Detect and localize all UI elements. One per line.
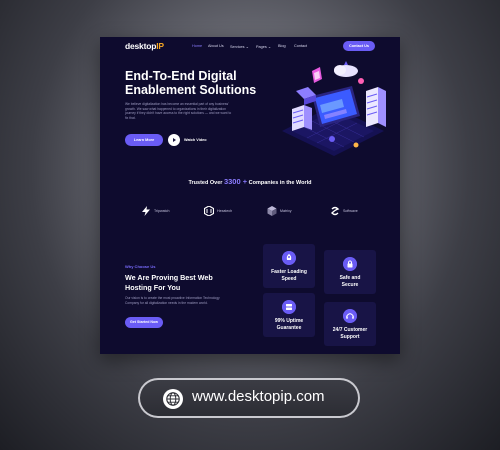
nav-item-blog[interactable]: Blog <box>278 44 286 48</box>
website-preview: desktopIP Home About Us Services ⌄ Pages… <box>100 37 400 354</box>
section-label: Why Choose Us <box>125 264 156 269</box>
nav-item-home[interactable]: Home <box>192 44 202 48</box>
trusted-prefix: Trusted Over <box>188 180 223 186</box>
feature-card: Safe and Secure <box>324 250 376 294</box>
nav-item-about[interactable]: About Us <box>208 44 224 48</box>
trusted-companies-heading: Trusted Over 3300 + Companies in the Wor… <box>100 177 400 186</box>
hero-title-line-1: End-To-End Digital <box>125 69 237 83</box>
partner-name: Matrixy <box>280 209 292 213</box>
contact-us-button[interactable]: Contact Us <box>343 41 375 51</box>
hex-logo-icon <box>204 206 214 216</box>
rocket-icon <box>282 251 296 265</box>
feature-title: 24/7 Customer Support <box>332 327 368 340</box>
learn-more-button[interactable]: Learn More <box>125 134 163 146</box>
section-title-line-1: We Are Proving Best Web <box>125 273 213 282</box>
partner-name: Tripwatch <box>154 209 170 213</box>
feature-card: 99% Uptime Guarantee <box>263 293 315 337</box>
section-title: We Are Proving Best Web Hosting For You <box>125 273 235 292</box>
feature-card: Faster Loading Speed <box>263 244 315 288</box>
cube-logo-icon <box>267 206 277 216</box>
feature-title: Faster Loading Speed <box>271 269 307 282</box>
hero-title: End-To-End Digital Enablement Solutions <box>125 69 275 97</box>
swirl-logo-icon <box>331 206 340 216</box>
website-url[interactable]: www.desktopip.com <box>192 388 325 405</box>
nav-item-contact[interactable]: Contact <box>294 44 307 48</box>
trusted-count: 3300 + <box>223 177 248 186</box>
nav-item-services[interactable]: Services ⌄ <box>230 44 249 49</box>
section-title-line-2: Hosting For You <box>125 282 181 292</box>
partner-name: Softwave <box>343 209 358 213</box>
globe-icon <box>163 389 183 409</box>
isometric-servers-illustration <box>282 61 386 156</box>
watch-video-link[interactable]: Watch Video <box>184 138 207 142</box>
logo-accent-text: IP <box>156 41 164 51</box>
partner-name: Hexatech <box>217 209 233 213</box>
hero-title-line-2: Enablement Solutions <box>125 83 257 97</box>
play-icon[interactable] <box>168 134 180 146</box>
hero-description: We believe digitalization has become an … <box>125 102 232 120</box>
logo[interactable]: desktopIP <box>125 41 164 51</box>
trusted-suffix: Companies in the World <box>248 180 312 186</box>
feature-title: Safe and Secure <box>339 275 361 288</box>
headset-icon <box>343 309 357 323</box>
section-description: Our vision is to create the most proacti… <box>125 296 220 305</box>
get-started-button[interactable]: Get Started Now <box>125 317 163 328</box>
server-icon <box>282 300 296 314</box>
nav-item-pages[interactable]: Pages ⌄ <box>256 44 271 49</box>
feature-card: 24/7 Customer Support <box>324 302 376 346</box>
logo-text: desktop <box>125 41 157 51</box>
top-navigation: desktopIP Home About Us Services ⌄ Pages… <box>100 37 400 57</box>
feature-title: 99% Uptime Guarantee <box>274 318 304 331</box>
lock-icon <box>343 257 357 271</box>
bolt-logo-icon <box>142 206 150 216</box>
